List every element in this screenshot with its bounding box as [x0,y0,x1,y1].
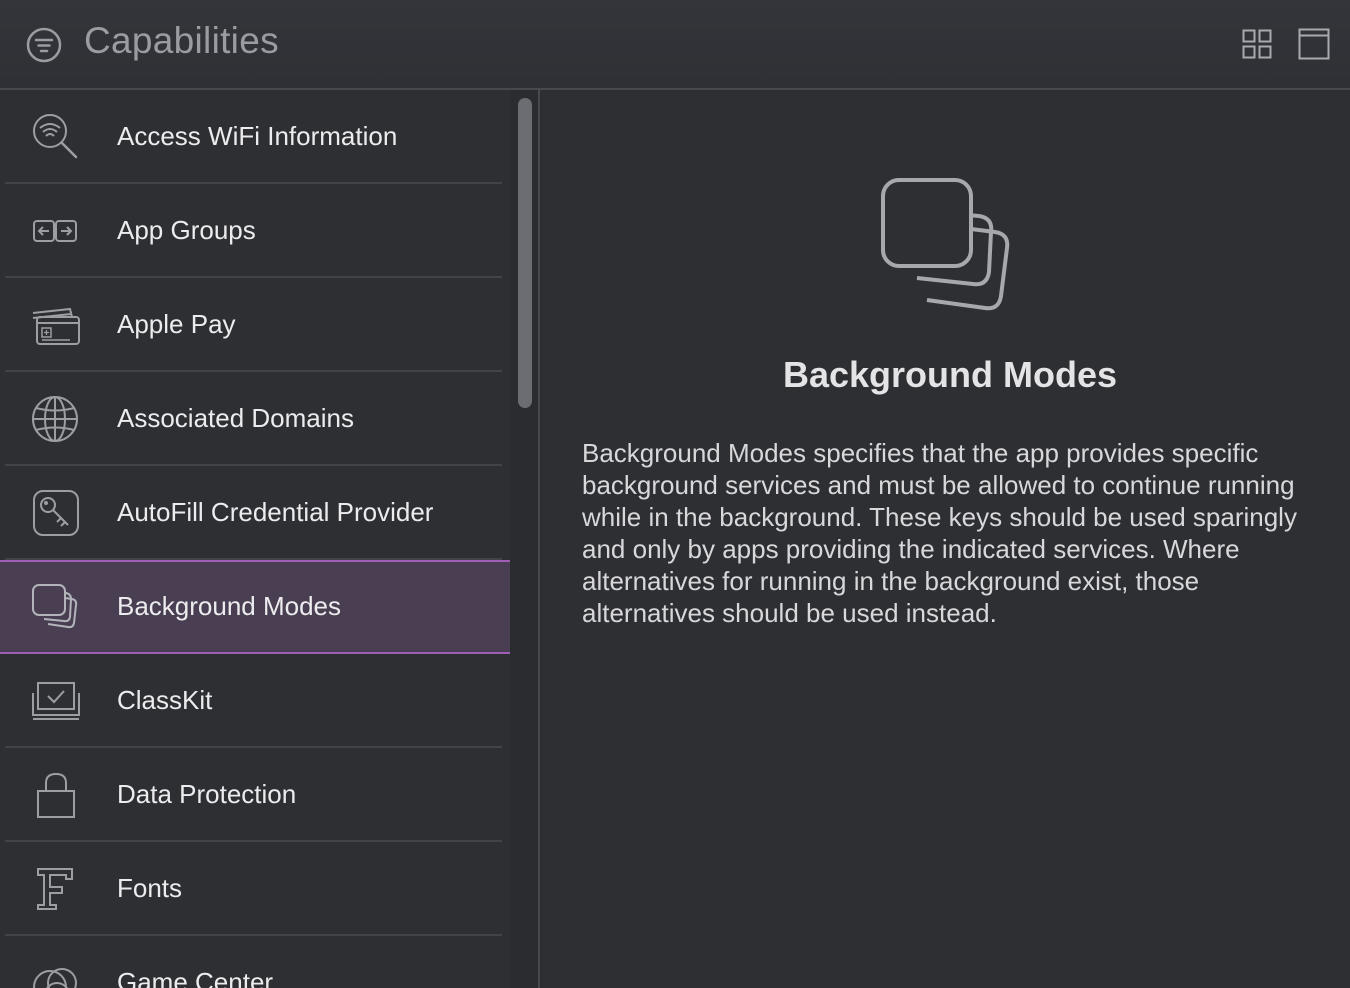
globe-icon [30,393,82,445]
capability-item-game-center[interactable]: Game Center [0,936,510,988]
capability-item-autofill[interactable]: AutoFill Credential Provider [0,466,510,560]
capability-detail-pane: Background Modes Background Modes specif… [542,92,1350,988]
capability-label: Game Center [117,967,274,988]
apple-pay-card-icon [30,299,82,351]
capability-item-access-wifi[interactable]: Access WiFi Information [0,90,510,184]
classkit-check-icon [30,675,82,727]
capability-label: ClassKit [117,685,213,715]
wifi-search-icon [30,111,82,163]
page-title: Capabilities [84,20,279,61]
capabilities-list: Access WiFi Information App Groups Apple… [0,90,510,988]
game-center-icon [30,957,82,988]
stacked-squares-icon [877,172,1027,322]
capability-label: Background Modes [117,591,342,621]
capability-item-associated-domains[interactable]: Associated Domains [0,372,510,466]
filter-icon[interactable] [26,27,62,63]
capabilities-header: Capabilities [0,0,1350,90]
app-groups-icon [30,205,82,257]
capability-label: Apple Pay [117,309,236,339]
key-icon [30,487,82,539]
capability-label: Data Protection [117,779,297,809]
window-view-icon[interactable] [1298,28,1330,60]
scrollbar-thumb[interactable] [518,98,532,408]
capability-label: Fonts [117,873,183,903]
grid-view-icon[interactable] [1242,29,1272,59]
capability-item-classkit[interactable]: ClassKit [0,654,510,748]
detail-description: Background Modes specifies that the app … [582,438,1297,628]
capability-item-fonts[interactable]: Fonts [0,842,510,936]
capability-item-background-modes[interactable]: Background Modes [0,560,510,654]
capability-item-data-protection[interactable]: Data Protection [0,748,510,842]
capability-label: AutoFill Credential Provider [117,497,434,527]
fonts-icon [30,863,82,915]
capability-label: App Groups [117,215,256,245]
stacked-squares-icon [30,581,82,633]
capability-item-apple-pay[interactable]: Apple Pay [0,278,510,372]
lock-icon [30,769,82,821]
capability-label: Associated Domains [117,403,354,433]
detail-title: Background Modes [782,354,1118,395]
list-scrollbar[interactable] [510,90,540,988]
capability-label: Access WiFi Information [117,121,398,151]
capability-item-app-groups[interactable]: App Groups [0,184,510,278]
capabilities-window: Capabilities Access WiFi Information App… [0,0,1350,988]
